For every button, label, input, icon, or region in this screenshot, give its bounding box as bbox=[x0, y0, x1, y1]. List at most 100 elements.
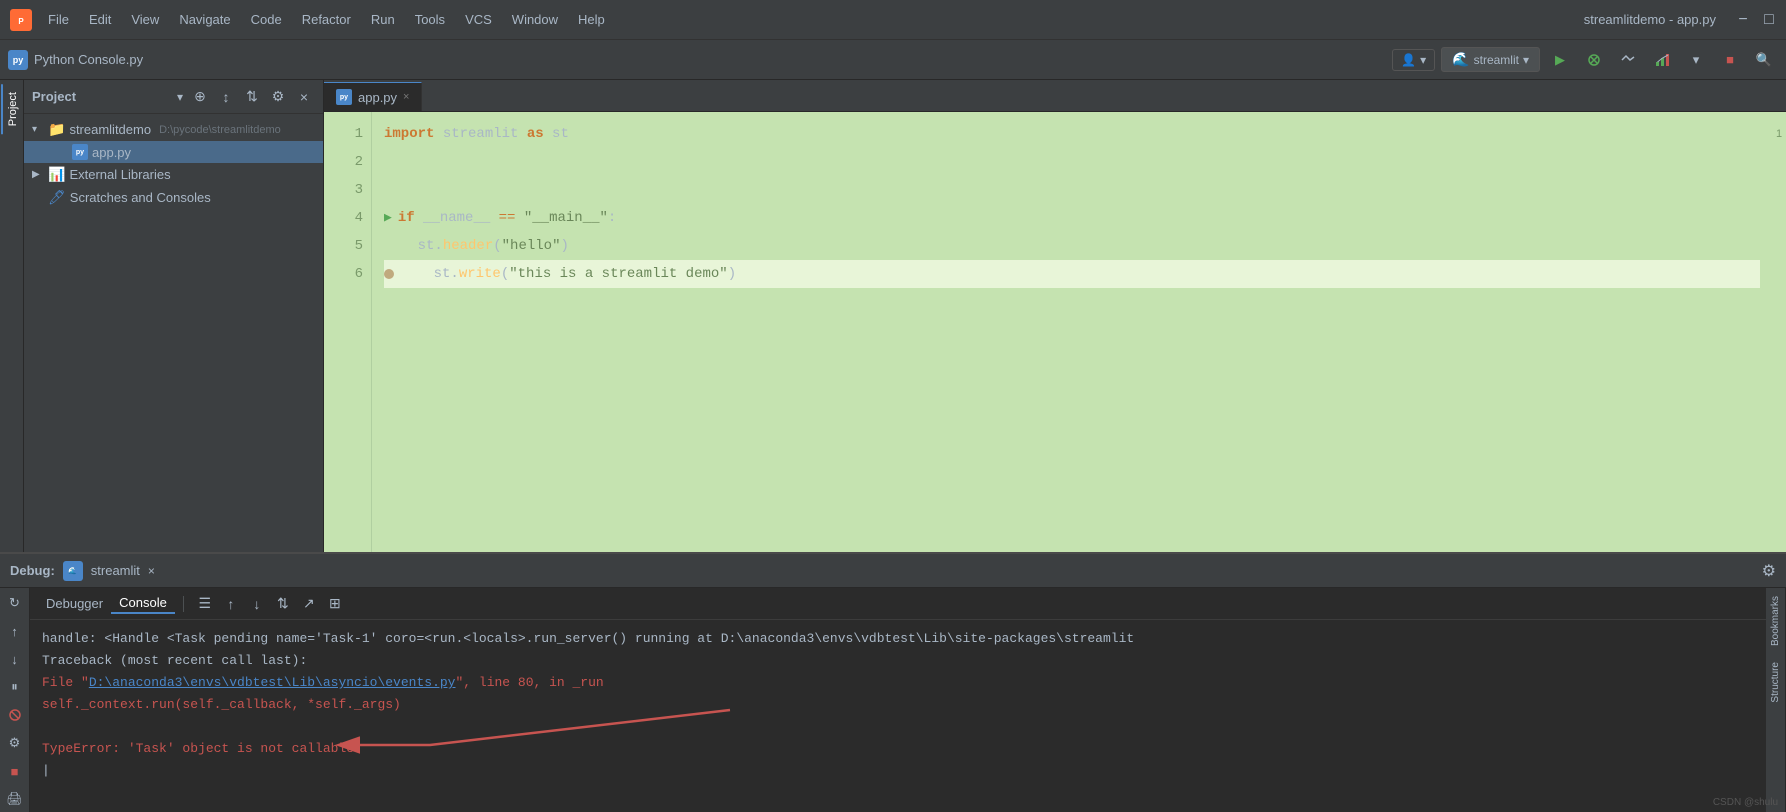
user-dropdown-icon: ▾ bbox=[1420, 53, 1426, 67]
menu-view[interactable]: View bbox=[123, 8, 167, 31]
run-button[interactable]: ▶ bbox=[1546, 46, 1574, 74]
title-bar: P File Edit View Navigate Code Refactor … bbox=[0, 0, 1786, 40]
debugger-tab[interactable]: Debugger bbox=[38, 594, 111, 613]
dropdown-arrow[interactable]: ▾ bbox=[1682, 46, 1710, 74]
tree-item-external-libs[interactable]: ▶ 📊 External Libraries bbox=[24, 163, 323, 186]
debug-button[interactable] bbox=[1580, 46, 1608, 74]
tree-item-root[interactable]: ▾ 📁 streamlitdemo D:\pycode\streamlitdem… bbox=[24, 118, 323, 141]
menu-window[interactable]: Window bbox=[504, 8, 566, 31]
token-indent6 bbox=[400, 260, 434, 288]
token-eq: == bbox=[499, 204, 516, 232]
window-title: streamlitdemo - app.py bbox=[1584, 12, 1716, 27]
debug-stop-btn[interactable]: ■ bbox=[4, 760, 26, 782]
menu-refactor[interactable]: Refactor bbox=[294, 8, 359, 31]
tab-separator bbox=[183, 596, 184, 612]
token-import: import bbox=[384, 120, 434, 148]
line-num-1: 1 bbox=[355, 120, 363, 148]
console-tool-6[interactable]: ⊞ bbox=[322, 591, 348, 617]
menu-code[interactable]: Code bbox=[243, 8, 290, 31]
token-paren5a: ( bbox=[493, 232, 501, 260]
folder-icon-root: 📁 bbox=[48, 121, 65, 138]
menu-vcs[interactable]: VCS bbox=[457, 8, 500, 31]
token-space-main bbox=[515, 204, 523, 232]
console-tab[interactable]: Console bbox=[111, 593, 175, 614]
sync-button[interactable]: ⊕ bbox=[189, 86, 211, 108]
debug-tab-close[interactable]: × bbox=[148, 564, 155, 578]
token-space1: streamlit bbox=[434, 120, 526, 148]
menu-run[interactable]: Run bbox=[363, 8, 403, 31]
code-line-6: st. write ( "this is a streamlit demo" ) bbox=[384, 260, 1760, 288]
token-if: if bbox=[398, 204, 415, 232]
console-tool-5[interactable]: ↗ bbox=[296, 591, 322, 617]
debug-settings-side-btn[interactable]: ⚙ bbox=[4, 732, 26, 754]
debug-mute-btn[interactable] bbox=[4, 704, 26, 726]
side-tab-project[interactable]: Project bbox=[1, 84, 23, 134]
collapse-all-button[interactable]: ↕ bbox=[215, 86, 237, 108]
run-configuration-button[interactable]: 🌊 streamlit ▾ bbox=[1441, 47, 1540, 72]
coverage-button[interactable] bbox=[1648, 46, 1676, 74]
search-button[interactable]: 🔍 bbox=[1750, 46, 1778, 74]
editor-tab-apppy[interactable]: py app.py × bbox=[324, 82, 422, 111]
python-file-icon: py bbox=[8, 50, 28, 70]
project-header: Project ▾ ⊕ ↕ ⇅ ⚙ × bbox=[24, 80, 323, 114]
token-write: write bbox=[459, 260, 501, 288]
window-controls: − □ bbox=[1736, 13, 1776, 27]
menu-file[interactable]: File bbox=[40, 8, 77, 31]
debug-down-btn[interactable]: ↓ bbox=[4, 648, 26, 670]
app-logo: P bbox=[10, 9, 32, 31]
console-tool-2[interactable]: ↑ bbox=[218, 591, 244, 617]
line-num-3: 3 bbox=[355, 176, 363, 204]
token-demo-str: "this is a streamlit demo" bbox=[509, 260, 727, 288]
run-config-dropdown-icon: ▾ bbox=[1523, 53, 1529, 67]
debug-up-btn[interactable]: ↑ bbox=[4, 620, 26, 642]
main-toolbar: py Python Console.py 👤 ▾ 🌊 streamlit ▾ ▶ bbox=[0, 40, 1786, 80]
project-dropdown[interactable]: ▾ bbox=[177, 90, 183, 104]
debug-panel: Debug: 🌊 streamlit × ⚙ ↻ ↑ ↓ ⏸ ⚙ ■ 🖨 🗑 bbox=[0, 552, 1786, 812]
debug-settings-button[interactable]: ⚙ bbox=[1762, 561, 1776, 581]
settings-button[interactable]: ⚙ bbox=[267, 86, 289, 108]
debug-pause-btn[interactable]: ⏸ bbox=[4, 676, 26, 698]
bookmarks-label[interactable]: Bookmarks bbox=[1768, 588, 1783, 654]
console-tool-1[interactable]: ☰ bbox=[192, 591, 218, 617]
console-tool-3[interactable]: ↓ bbox=[244, 591, 270, 617]
minimize-button[interactable]: − bbox=[1736, 13, 1750, 27]
code-line-1: import streamlit as st bbox=[384, 120, 1760, 148]
user-account-button[interactable]: 👤 ▾ bbox=[1392, 49, 1435, 71]
menu-navigate[interactable]: Navigate bbox=[171, 8, 238, 31]
tree-item-scratches[interactable]: ▶ 🖊 Scratches and Consoles bbox=[24, 186, 323, 209]
menu-help[interactable]: Help bbox=[570, 8, 613, 31]
watermark: CSDN @shulu bbox=[1713, 797, 1778, 808]
toolbar-filename: Python Console.py bbox=[34, 52, 143, 67]
console-line-6: TypeError: 'Task' object is not callable bbox=[42, 738, 1754, 760]
structure-label[interactable]: Structure bbox=[1768, 654, 1783, 711]
toolbar-right-actions: 👤 ▾ 🌊 streamlit ▾ ▶ bbox=[1392, 46, 1778, 74]
stop-button[interactable]: ■ bbox=[1716, 46, 1744, 74]
code-line-2 bbox=[384, 148, 1760, 176]
project-title: Project bbox=[32, 89, 171, 104]
user-icon: 👤 bbox=[1401, 53, 1416, 67]
token-st6: st. bbox=[434, 260, 459, 288]
token-hello: "hello" bbox=[502, 232, 561, 260]
maximize-button[interactable]: □ bbox=[1762, 13, 1776, 27]
close-tab-button[interactable]: × bbox=[403, 91, 409, 103]
token-main-str: "__main__" bbox=[524, 204, 608, 232]
tree-item-apppy[interactable]: py app.py bbox=[24, 141, 323, 163]
run-config-label: streamlit bbox=[1474, 53, 1519, 67]
code-line-3 bbox=[384, 176, 1760, 204]
close-panel-button[interactable]: × bbox=[293, 86, 315, 108]
sort-button[interactable]: ⇅ bbox=[241, 86, 263, 108]
console-link-events[interactable]: D:\anaconda3\envs\vdbtest\Lib\asyncio\ev… bbox=[89, 675, 456, 690]
tree-label-scratches: Scratches and Consoles bbox=[70, 190, 211, 205]
debug-restart-btn[interactable]: ↻ bbox=[4, 592, 26, 614]
token-as: as bbox=[527, 120, 544, 148]
project-actions: ⊕ ↕ ⇅ ⚙ × bbox=[189, 86, 315, 108]
console-tool-4[interactable]: ⇅ bbox=[270, 591, 296, 617]
menu-edit[interactable]: Edit bbox=[81, 8, 119, 31]
debug-print-btn[interactable]: 🖨 bbox=[4, 788, 26, 810]
line-num-6: 6 bbox=[355, 260, 363, 288]
menu-tools[interactable]: Tools bbox=[407, 8, 453, 31]
console-line-2: Traceback (most recent call last): bbox=[42, 650, 1754, 672]
profile-button[interactable] bbox=[1614, 46, 1642, 74]
token-st: st bbox=[544, 120, 569, 148]
menu-bar: File Edit View Navigate Code Refactor Ru… bbox=[40, 8, 1564, 31]
